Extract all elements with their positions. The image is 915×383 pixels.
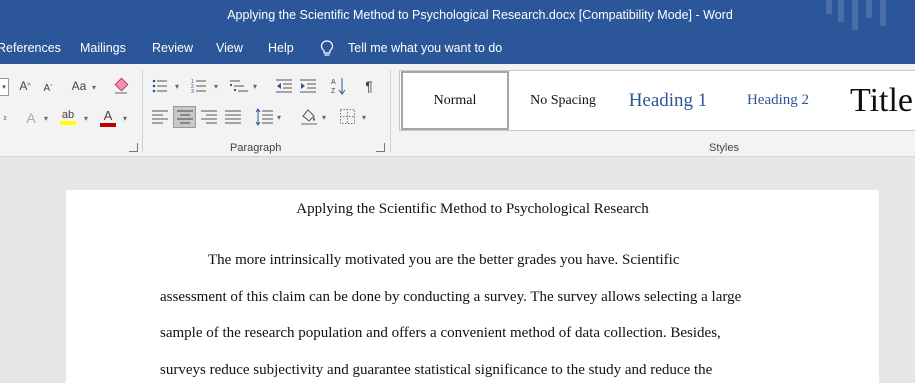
chevron-down-icon[interactable]: ▾ [92,83,96,92]
paragraph-dialog-launcher[interactable] [376,143,385,152]
borders-icon[interactable] [340,109,355,124]
decrease-indent-icon[interactable] [276,78,292,94]
superscript-icon[interactable]: ² [0,109,10,129]
chevron-down-icon[interactable]: ▾ [277,113,281,122]
chevron-down-icon[interactable]: ▾ [44,114,48,123]
increase-indent-icon[interactable] [300,78,316,94]
align-left-icon[interactable] [152,110,168,124]
shading-icon[interactable] [300,107,318,125]
chevron-down-icon[interactable]: ▾ [362,113,366,122]
align-center-button[interactable] [173,106,196,128]
style-no-spacing[interactable]: No Spacing [513,71,613,130]
justify-icon[interactable] [225,110,241,124]
grow-font-icon[interactable]: A ^ [16,76,34,96]
decor-bar [826,0,832,14]
paragraph-line: assessment of this claim can be done by … [160,289,742,305]
lightbulb-icon[interactable] [320,40,334,58]
style-title[interactable]: Title [850,71,915,130]
change-case-button[interactable]: Aa [68,76,90,96]
paragraph-line: sample of the research population and of… [160,325,721,341]
styles-gallery: Normal No Spacing Heading 1 Heading 2 Ti… [399,70,915,131]
chevron-down-icon[interactable]: ▾ [253,82,257,91]
font-size-dropdown[interactable]: ▾ [0,78,9,96]
style-heading-2[interactable]: Heading 2 [730,71,826,130]
chevron-down-icon[interactable]: ▾ [84,114,88,123]
highlight-swatch [60,121,76,125]
chevron-down-icon[interactable]: ▾ [322,113,326,122]
document-page[interactable]: Applying the Scientific Method to Psycho… [66,190,879,383]
font-color-swatch [100,122,116,127]
svg-text:3: 3 [191,89,194,94]
tab-view[interactable]: View [216,41,243,55]
style-heading-2-label: Heading 2 [746,92,810,108]
ribbon-tabs: References Mailings Review View Help Tel… [0,34,915,64]
style-normal-label: Normal [433,92,477,108]
title-bar: Applying the Scientific Method to Psycho… [0,0,915,34]
style-heading-1-label: Heading 1 [628,89,708,111]
align-right-icon[interactable] [201,110,217,124]
style-title-label: Title [850,81,914,119]
shrink-font-icon[interactable]: Aˇ [40,78,56,98]
tab-references[interactable]: References [0,41,61,55]
decor-bar [866,0,872,18]
styles-group-label: Styles [709,142,739,154]
tab-review[interactable]: Review [152,41,193,55]
multilevel-list-icon[interactable] [230,78,248,94]
highlight-color-button[interactable]: ab [58,106,78,128]
style-heading-1[interactable]: Heading 1 [618,71,718,130]
paragraph-group-label: Paragraph [230,142,282,154]
decor-bar [838,0,844,22]
bullets-icon[interactable] [152,78,168,94]
decor-bar [852,0,858,30]
show-formatting-marks-icon[interactable]: ¶ [360,76,378,96]
chevron-down-icon[interactable]: ▾ [214,82,218,91]
svg-text:A: A [331,79,336,86]
ribbon: ▾ A^ Aˇ Aa ▾ ² A ▾ ab ▾ A ▾ ▾ 1 2 3 ▾ ▾ [0,64,915,157]
paragraph-line: surveys reduce subjectivity and guarante… [160,362,713,378]
tell-me-search[interactable]: Tell me what you want to do [348,41,502,55]
document-title: Applying the Scientific Method to Psycho… [296,201,649,217]
paragraph-line: The more intrinsically motivated you are… [208,252,680,268]
clear-formatting-icon[interactable] [113,77,131,95]
align-center-icon [177,110,193,124]
font-color-button[interactable]: A [98,106,118,128]
group-separator [390,70,391,152]
sort-icon[interactable]: A Z [331,77,347,95]
svg-text:Z: Z [331,88,336,95]
numbering-icon[interactable]: 1 2 3 [191,78,207,94]
decor-bar [880,0,886,26]
chevron-down-icon[interactable]: ▾ [123,114,127,123]
tab-mailings[interactable]: Mailings [80,41,126,55]
style-normal[interactable]: Normal [401,71,509,130]
text-effects-icon[interactable]: A [22,108,40,128]
tab-help[interactable]: Help [268,41,294,55]
style-no-spacing-label: No Spacing [530,92,596,108]
window-title: Applying the Scientific Method to Psycho… [227,8,733,22]
font-dialog-launcher[interactable] [129,143,138,152]
group-separator [142,70,143,152]
line-spacing-icon[interactable] [255,108,273,126]
chevron-down-icon[interactable]: ▾ [175,82,179,91]
